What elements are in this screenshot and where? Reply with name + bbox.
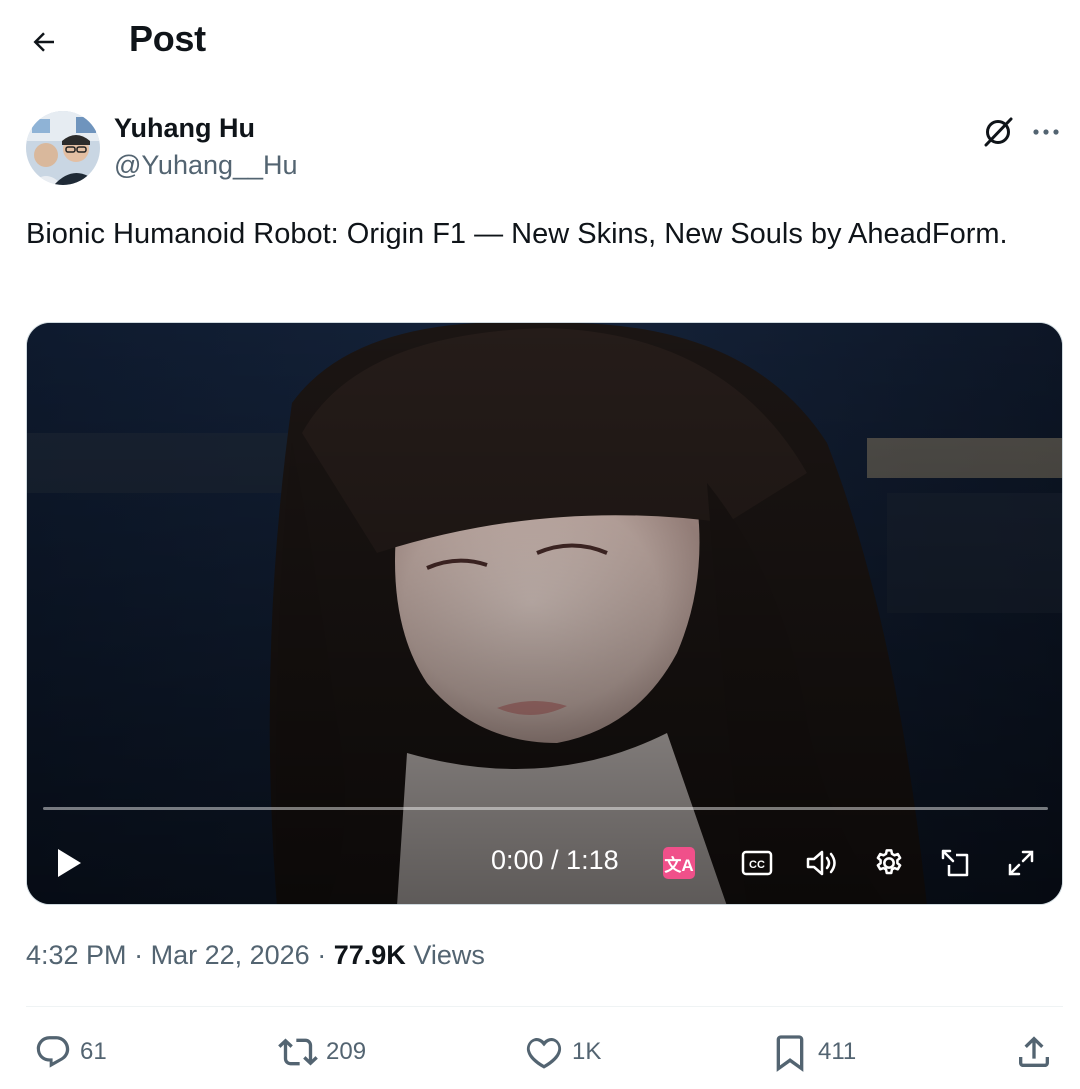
settings-icon	[876, 849, 902, 875]
translate-button[interactable]: 文A	[659, 841, 699, 885]
settings-button[interactable]	[869, 841, 909, 885]
video-frame	[27, 323, 1062, 904]
video-time: 0:00 / 1:18	[491, 845, 619, 875]
avatar[interactable]	[26, 111, 100, 185]
meta-separator: ·	[134, 940, 144, 970]
volume-button[interactable]	[803, 841, 843, 885]
top-bar: Post	[0, 0, 1080, 84]
picture-in-picture-button[interactable]	[935, 841, 975, 885]
back-button[interactable]	[22, 20, 66, 64]
repost-icon	[278, 1038, 318, 1066]
post-meta: 4:32 PM · Mar 22, 2026 · 77.9K Views	[26, 940, 485, 971]
more-options-button[interactable]	[1024, 110, 1068, 154]
arrow-left-icon	[33, 32, 54, 52]
video-player[interactable]: 0:00 / 1:18 文A CC	[26, 322, 1063, 905]
like-count: 1K	[572, 1038, 602, 1065]
post-text: Bionic Humanoid Robot: Origin F1 — New S…	[26, 218, 1008, 250]
video-progress-bar[interactable]	[43, 807, 1048, 810]
heart-icon	[526, 1037, 562, 1069]
fullscreen-button[interactable]	[1001, 841, 1041, 885]
fullscreen-icon	[1008, 850, 1034, 876]
play-button[interactable]	[47, 841, 91, 885]
bookmark-button[interactable]: 411	[770, 1030, 856, 1074]
like-button[interactable]: 1K	[524, 1030, 601, 1074]
author-name[interactable]: Yuhang Hu	[114, 113, 255, 144]
reply-button[interactable]: 61	[34, 1030, 107, 1074]
reply-count: 61	[80, 1038, 107, 1065]
meta-separator: ·	[317, 940, 327, 970]
volume-icon	[806, 850, 836, 876]
pip-icon	[941, 849, 969, 877]
play-icon	[58, 849, 81, 877]
views-label: Views	[413, 940, 485, 970]
repost-button[interactable]: 209	[278, 1030, 366, 1074]
more-horizontal-icon	[1033, 129, 1059, 135]
svg-text:CC: CC	[749, 859, 765, 871]
bookmark-icon	[776, 1035, 804, 1072]
repost-count: 209	[326, 1038, 367, 1065]
svg-text:文A: 文A	[664, 855, 693, 875]
captions-button[interactable]: CC	[737, 841, 777, 885]
share-icon	[1019, 1036, 1049, 1067]
bookmark-count: 411	[818, 1038, 857, 1065]
page-title: Post	[129, 18, 206, 59]
grok-button[interactable]	[976, 110, 1020, 154]
post-time[interactable]: 4:32 PM	[26, 940, 127, 970]
post-date[interactable]: Mar 22, 2026	[151, 940, 310, 970]
reply-icon	[36, 1036, 70, 1068]
author-handle[interactable]: @Yuhang__Hu	[114, 150, 298, 181]
divider	[26, 1006, 1063, 1007]
share-button[interactable]	[1014, 1030, 1054, 1074]
views-count: 77.9K	[333, 940, 406, 970]
captions-icon: CC	[741, 850, 773, 876]
grok-icon	[984, 117, 1013, 147]
translate-icon: 文A	[663, 847, 695, 879]
